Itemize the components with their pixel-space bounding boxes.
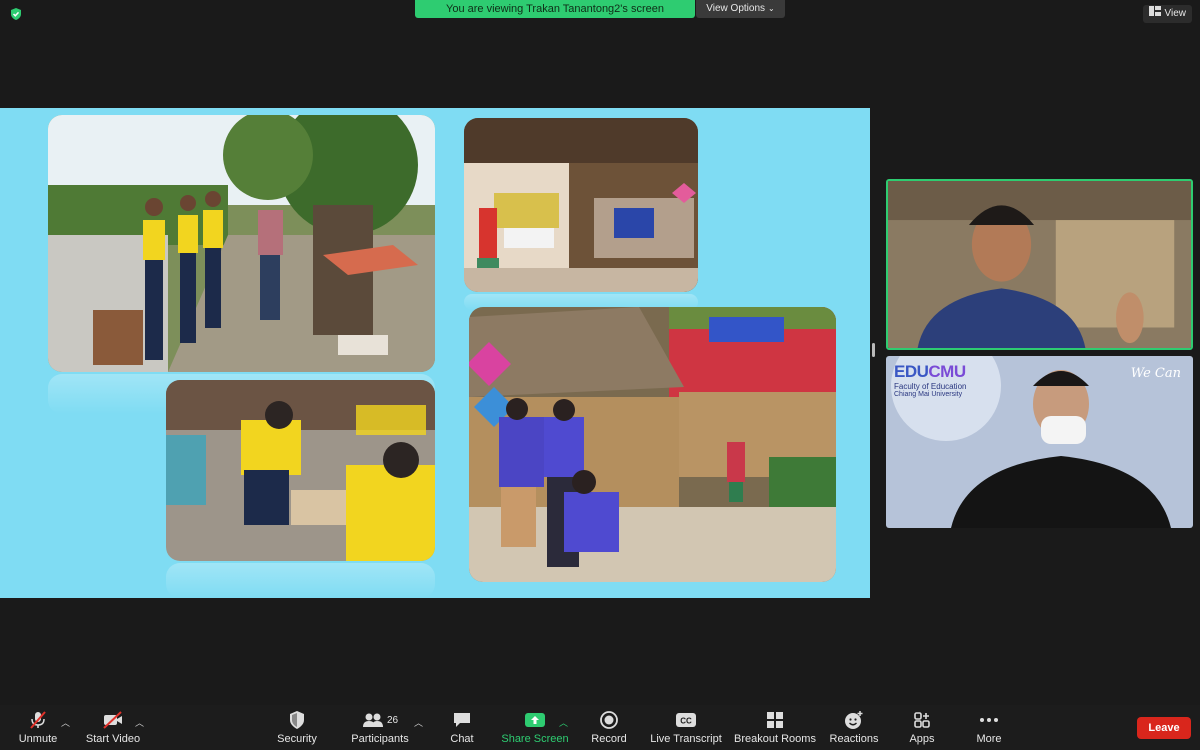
share-screen-icon <box>524 710 546 730</box>
participant-video-feed <box>888 181 1191 348</box>
shared-screen <box>0 108 870 598</box>
photo-temple-shelter <box>464 118 698 292</box>
zoom-meeting-window: You are viewing Trakan Tanantong2's scre… <box>0 0 1200 750</box>
view-options-label: View Options <box>706 3 766 14</box>
video-options-caret-icon[interactable]: ︿ <box>135 716 144 729</box>
svg-text:CC: CC <box>680 717 692 726</box>
smiley-plus-icon <box>843 710 865 730</box>
shield-icon <box>288 710 306 730</box>
logo-cmu-text: CMU <box>928 362 966 381</box>
edu-cmu-logo: EDUCMU Faculty of Education Chiang Mai U… <box>894 362 966 399</box>
reactions-label: Reactions <box>829 733 879 745</box>
security-button[interactable]: Security <box>273 705 321 750</box>
breakout-rooms-button[interactable]: Breakout Rooms <box>733 705 817 750</box>
share-options-caret-icon[interactable]: ︿ <box>559 716 568 729</box>
chat-button[interactable]: Chat <box>442 705 482 750</box>
breakout-rooms-label: Breakout Rooms <box>734 733 816 745</box>
photo-filming-hut <box>469 307 836 582</box>
wecan-watermark: We Can <box>1130 366 1181 381</box>
view-button-label: View <box>1164 8 1187 19</box>
microphone-muted-icon <box>28 710 48 730</box>
chat-label: Chat <box>450 733 474 745</box>
reactions-button[interactable]: Reactions <box>826 705 882 750</box>
participants-count: 26 <box>386 714 399 726</box>
logo-edu-text: EDU <box>894 362 929 381</box>
share-screen-label: Share Screen <box>501 733 569 745</box>
unmute-button[interactable]: Unmute <box>14 705 62 750</box>
live-transcript-button[interactable]: CC Live Transcript <box>648 705 724 750</box>
meeting-toolbar: Unmute ︿ Start Video ︿ Security 26 Parti… <box>0 705 1200 750</box>
photo-reflection <box>166 563 435 598</box>
apps-icon <box>913 710 931 730</box>
logo-university-text: Chiang Mai University <box>894 391 963 398</box>
closed-caption-icon: CC <box>675 710 697 730</box>
chat-bubble-icon <box>452 710 472 730</box>
record-label: Record <box>591 733 627 745</box>
video-camera-off-icon <box>102 710 124 730</box>
view-options-button[interactable]: View Options ⌄ <box>696 0 785 18</box>
start-video-label: Start Video <box>85 733 141 745</box>
panel-resize-handle[interactable] <box>872 343 875 357</box>
photo-students-garden <box>48 115 435 372</box>
live-transcript-label: Live Transcript <box>650 733 722 745</box>
more-button[interactable]: More <box>969 705 1009 750</box>
security-label: Security <box>277 733 317 745</box>
grid-view-icon <box>1148 5 1161 23</box>
record-button[interactable]: Record <box>588 705 630 750</box>
participants-caret-icon[interactable]: ︿ <box>414 716 423 729</box>
participants-icon-group: 26 <box>362 710 398 730</box>
more-label: More <box>976 733 1002 745</box>
record-icon <box>599 710 619 730</box>
participants-label: Participants <box>351 733 409 745</box>
view-button[interactable]: View <box>1142 5 1192 23</box>
audio-options-caret-icon[interactable]: ︿ <box>61 716 70 729</box>
participant-video-tile-presenter[interactable]: EDUCMU Faculty of Education Chiang Mai U… <box>886 356 1193 528</box>
breakout-grid-icon <box>766 710 784 730</box>
leave-button[interactable]: Leave <box>1137 717 1191 739</box>
logo-faculty-text: Faculty of Education <box>894 382 967 391</box>
apps-button[interactable]: Apps <box>902 705 942 750</box>
participant-video-tile-speaker[interactable] <box>886 179 1193 350</box>
more-dots-icon <box>979 710 999 730</box>
people-icon <box>362 713 383 727</box>
participants-button[interactable]: 26 Participants <box>348 705 412 750</box>
chevron-down-icon: ⌄ <box>768 4 775 13</box>
security-shield-icon[interactable] <box>9 7 23 21</box>
screen-share-banner: You are viewing Trakan Tanantong2's scre… <box>415 0 695 18</box>
photo-woodworking <box>166 380 435 561</box>
unmute-label: Unmute <box>18 733 58 745</box>
apps-label: Apps <box>909 733 935 745</box>
